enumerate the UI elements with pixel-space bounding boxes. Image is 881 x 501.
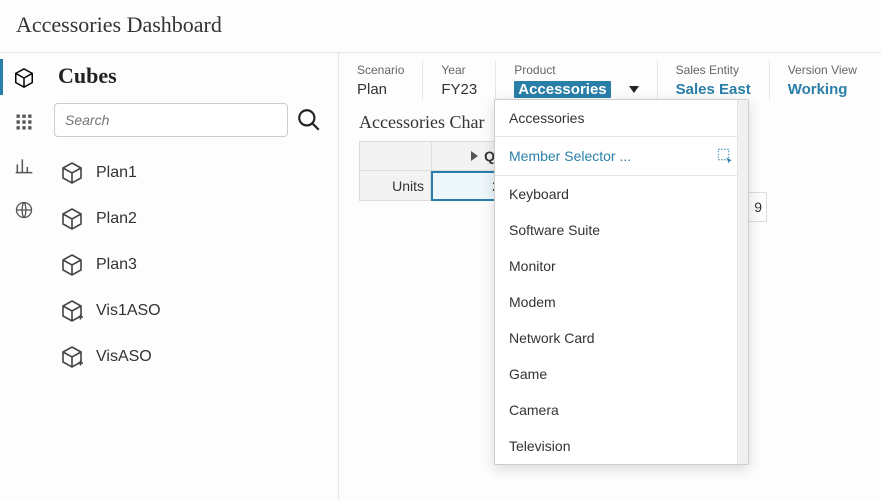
sidebar: Cubes Plan1 Plan2 Plan3 Vis1ASO VisASO	[48, 53, 338, 499]
cube-item-plan1[interactable]: Plan1	[54, 153, 322, 193]
sidebar-heading: Cubes	[54, 63, 322, 89]
dropdown-member-selector[interactable]: Member Selector ...	[495, 137, 748, 176]
rail-cube-icon[interactable]	[13, 67, 35, 89]
pov-version-view[interactable]: Version View Working	[770, 61, 875, 100]
dropdown-item[interactable]: Network Card	[495, 320, 748, 356]
rail-grid-icon[interactable]	[13, 111, 35, 133]
dropdown-item[interactable]: Modem	[495, 284, 748, 320]
cube-label: Plan1	[96, 164, 137, 182]
pov-label: Version View	[788, 63, 857, 77]
page-title: Accessories Dashboard	[0, 0, 881, 52]
caret-down-icon[interactable]	[629, 86, 639, 93]
cube-label: VisASO	[96, 348, 152, 366]
pov-value: FY23	[441, 81, 477, 98]
member-selector-icon	[716, 147, 734, 165]
pov-label: Sales Entity	[676, 63, 751, 77]
dropdown-item-accessories[interactable]: Accessories	[495, 100, 748, 137]
grid-corner	[359, 141, 431, 171]
member-selector-label: Member Selector ...	[509, 148, 631, 164]
pov-label: Product	[514, 63, 638, 77]
expand-icon[interactable]	[471, 151, 478, 161]
cube-item-plan3[interactable]: Plan3	[54, 245, 322, 285]
dropdown-item[interactable]: Television	[495, 428, 748, 464]
dropdown-item[interactable]: Keyboard	[495, 176, 748, 212]
pov-year[interactable]: Year FY23	[423, 61, 496, 100]
rail-chart-icon[interactable]	[13, 155, 35, 177]
search-icon[interactable]	[296, 107, 322, 133]
pov-product-token: Accessories	[514, 81, 610, 98]
dropdown-item[interactable]: Monitor	[495, 248, 748, 284]
pov-value: Working	[788, 81, 857, 98]
cube-label: Vis1ASO	[96, 302, 161, 320]
grid-row-header[interactable]: Units	[359, 171, 431, 201]
search-input[interactable]	[54, 103, 288, 137]
pov-label: Scenario	[357, 63, 404, 77]
pov-label: Year	[441, 63, 477, 77]
pov-sales-entity[interactable]: Sales Entity Sales East	[658, 61, 770, 100]
rail-globe-icon[interactable]	[13, 199, 35, 221]
grid-trailing-cell: 9	[749, 192, 767, 222]
pov-scenario[interactable]: Scenario Plan	[339, 61, 423, 100]
pov-value: Plan	[357, 81, 404, 98]
cube-item-plan2[interactable]: Plan2	[54, 199, 322, 239]
cube-label: Plan2	[96, 210, 137, 228]
dropdown-item[interactable]: Game	[495, 356, 748, 392]
main-panel: Scenario Plan Year FY23 Product Accessor…	[338, 53, 881, 499]
pov-product[interactable]: Product Accessories	[496, 61, 657, 100]
product-dropdown[interactable]: Accessories Member Selector ... Keyboard…	[494, 99, 749, 465]
dropdown-item[interactable]: Software Suite	[495, 212, 748, 248]
pov-value-selected: Accessories	[514, 81, 638, 98]
cube-item-visaso[interactable]: VisASO	[54, 337, 322, 377]
icon-rail	[0, 53, 48, 499]
cube-label: Plan3	[96, 256, 137, 274]
dropdown-item[interactable]: Camera	[495, 392, 748, 428]
cube-list: Plan1 Plan2 Plan3 Vis1ASO VisASO	[54, 147, 322, 377]
pov-value: Sales East	[676, 81, 751, 98]
cube-item-vis1aso[interactable]: Vis1ASO	[54, 291, 322, 331]
